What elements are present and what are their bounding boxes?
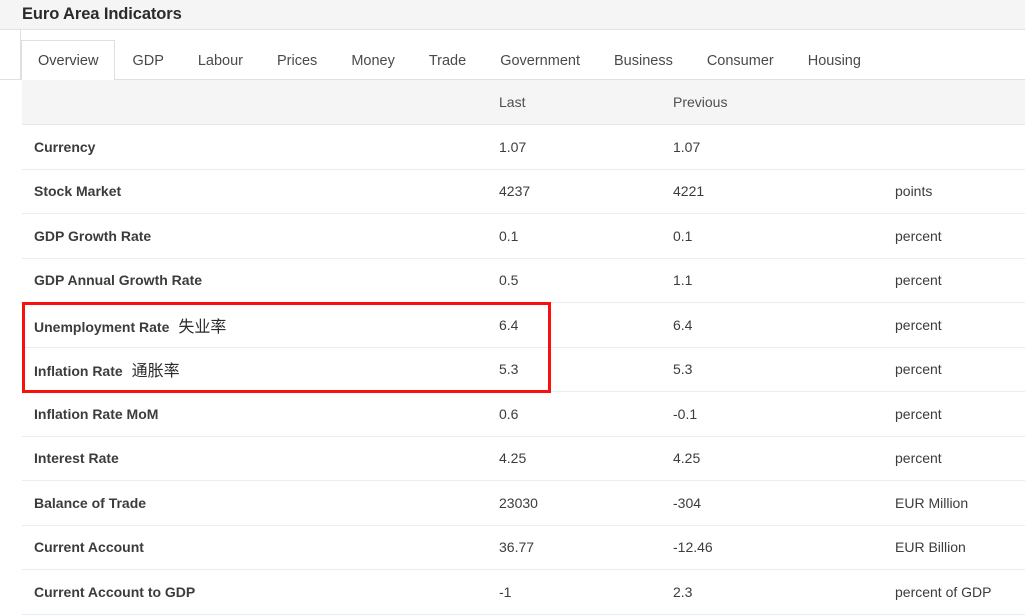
previous-value-cell: 1.07 bbox=[661, 125, 883, 170]
table-row[interactable]: Currency 1.071.07 bbox=[22, 125, 1025, 170]
column-header-unit bbox=[883, 80, 1025, 125]
tab-money[interactable]: Money bbox=[334, 40, 412, 80]
table-row[interactable]: Inflation Rate通胀率5.35.3percent bbox=[22, 347, 1025, 392]
tab-housing[interactable]: Housing bbox=[791, 40, 878, 80]
previous-value-cell: 0.1 bbox=[661, 214, 883, 259]
last-value-cell: 5.3 bbox=[487, 347, 661, 392]
tab-bar: OverviewGDPLabourPricesMoneyTradeGovernm… bbox=[20, 30, 1025, 80]
page-title: Euro Area Indicators bbox=[22, 5, 182, 24]
last-value-cell: 6.4 bbox=[487, 303, 661, 348]
indicator-name-cell[interactable]: Inflation Rate MoM bbox=[22, 392, 487, 437]
table-row[interactable]: Current Account 36.77-12.46EUR Billion bbox=[22, 525, 1025, 570]
indicator-name: GDP Annual Growth Rate bbox=[34, 272, 202, 288]
indicator-annotation-chinese: 通胀率 bbox=[132, 361, 180, 380]
last-value-cell: 4237 bbox=[487, 169, 661, 214]
indicator-name-cell[interactable]: Balance of Trade bbox=[22, 481, 487, 526]
unit-cell: percent bbox=[883, 214, 1025, 259]
indicator-annotation-chinese: 失业率 bbox=[178, 317, 226, 336]
indicator-name-cell[interactable]: Inflation Rate 通胀率 bbox=[22, 347, 487, 392]
tab-labour[interactable]: Labour bbox=[181, 40, 260, 80]
table-header-row: Last Previous bbox=[22, 80, 1025, 125]
indicator-name: Balance of Trade bbox=[34, 495, 146, 511]
last-value-cell: 4.25 bbox=[487, 436, 661, 481]
previous-value-cell: -0.1 bbox=[661, 392, 883, 437]
last-value-cell: 0.5 bbox=[487, 258, 661, 303]
tab-government[interactable]: Government bbox=[483, 40, 597, 80]
indicator-name: Current Account bbox=[34, 539, 144, 555]
column-header-indicator bbox=[22, 80, 487, 125]
table-row[interactable]: Current Account to GDP -12.3percent of GD… bbox=[22, 570, 1025, 615]
tab-business[interactable]: Business bbox=[597, 40, 690, 80]
indicator-name-cell[interactable]: Current Account bbox=[22, 525, 487, 570]
last-value-cell: 23030 bbox=[487, 481, 661, 526]
last-value-cell: 0.1 bbox=[487, 214, 661, 259]
previous-value-cell: 5.3 bbox=[661, 347, 883, 392]
previous-value-cell: -12.46 bbox=[661, 525, 883, 570]
tab-gdp[interactable]: GDP bbox=[115, 40, 180, 80]
tab-bar-container: OverviewGDPLabourPricesMoneyTradeGovernm… bbox=[0, 30, 1025, 80]
previous-value-cell: 6.4 bbox=[661, 303, 883, 348]
table-body: Currency 1.071.07 Stock Market 42374221poin… bbox=[22, 125, 1025, 615]
unit-cell: percent of GDP bbox=[883, 570, 1025, 615]
indicator-name-cell[interactable]: Unemployment Rate 失业率 bbox=[22, 303, 487, 348]
page-header: Euro Area Indicators bbox=[0, 0, 1025, 30]
indicator-name-cell[interactable]: GDP Growth Rate bbox=[22, 214, 487, 259]
previous-value-cell: 2.3 bbox=[661, 570, 883, 615]
column-header-previous: Previous bbox=[661, 80, 883, 125]
unit-cell: EUR Billion bbox=[883, 525, 1025, 570]
indicator-name-cell[interactable]: Stock Market bbox=[22, 169, 487, 214]
table-row[interactable]: Stock Market 42374221points bbox=[22, 169, 1025, 214]
indicators-table-container: Last Previous Currency1.071.07Stock Mark… bbox=[0, 80, 1025, 615]
indicator-name-cell[interactable]: Currency bbox=[22, 125, 487, 170]
indicator-name: Unemployment Rate bbox=[34, 319, 169, 335]
column-header-last: Last bbox=[487, 80, 661, 125]
indicator-name: Inflation Rate bbox=[34, 363, 123, 379]
unit-cell: percent bbox=[883, 258, 1025, 303]
table-row[interactable]: Balance of Trade 23030-304EUR Million bbox=[22, 481, 1025, 526]
table-row[interactable]: Inflation Rate MoM 0.6-0.1percent bbox=[22, 392, 1025, 437]
indicator-name: Current Account to GDP bbox=[34, 584, 195, 600]
last-value-cell: 1.07 bbox=[487, 125, 661, 170]
unit-cell: percent bbox=[883, 436, 1025, 481]
indicator-name-cell[interactable]: GDP Annual Growth Rate bbox=[22, 258, 487, 303]
indicator-name: GDP Growth Rate bbox=[34, 228, 151, 244]
previous-value-cell: 1.1 bbox=[661, 258, 883, 303]
indicator-name: Currency bbox=[34, 139, 95, 155]
tab-consumer[interactable]: Consumer bbox=[690, 40, 791, 80]
previous-value-cell: -304 bbox=[661, 481, 883, 526]
last-value-cell: 0.6 bbox=[487, 392, 661, 437]
indicators-table: Last Previous Currency1.071.07Stock Mark… bbox=[22, 80, 1025, 615]
table-header: Last Previous bbox=[22, 80, 1025, 125]
indicator-name: Inflation Rate MoM bbox=[34, 406, 158, 422]
unit-cell: percent bbox=[883, 347, 1025, 392]
last-value-cell: 36.77 bbox=[487, 525, 661, 570]
indicator-name-cell[interactable]: Current Account to GDP bbox=[22, 570, 487, 615]
table-row[interactable]: Interest Rate4.254.25percent bbox=[22, 436, 1025, 481]
indicator-name: Interest Rate bbox=[34, 450, 119, 466]
previous-value-cell: 4.25 bbox=[661, 436, 883, 481]
table-row[interactable]: Unemployment Rate失业率6.46.4percent bbox=[22, 303, 1025, 348]
unit-cell: percent bbox=[883, 303, 1025, 348]
unit-cell bbox=[883, 125, 1025, 170]
indicator-name: Stock Market bbox=[34, 183, 121, 199]
unit-cell: percent bbox=[883, 392, 1025, 437]
unit-cell: points bbox=[883, 169, 1025, 214]
last-value-cell: -1 bbox=[487, 570, 661, 615]
indicator-name-cell[interactable]: Interest Rate bbox=[22, 436, 487, 481]
tab-trade[interactable]: Trade bbox=[412, 40, 483, 80]
table-row[interactable]: GDP Annual Growth Rate 0.51.1percent bbox=[22, 258, 1025, 303]
tab-overview[interactable]: Overview bbox=[21, 40, 115, 81]
unit-cell: EUR Million bbox=[883, 481, 1025, 526]
tab-prices[interactable]: Prices bbox=[260, 40, 334, 80]
previous-value-cell: 4221 bbox=[661, 169, 883, 214]
table-row[interactable]: GDP Growth Rate0.10.1percent bbox=[22, 214, 1025, 259]
